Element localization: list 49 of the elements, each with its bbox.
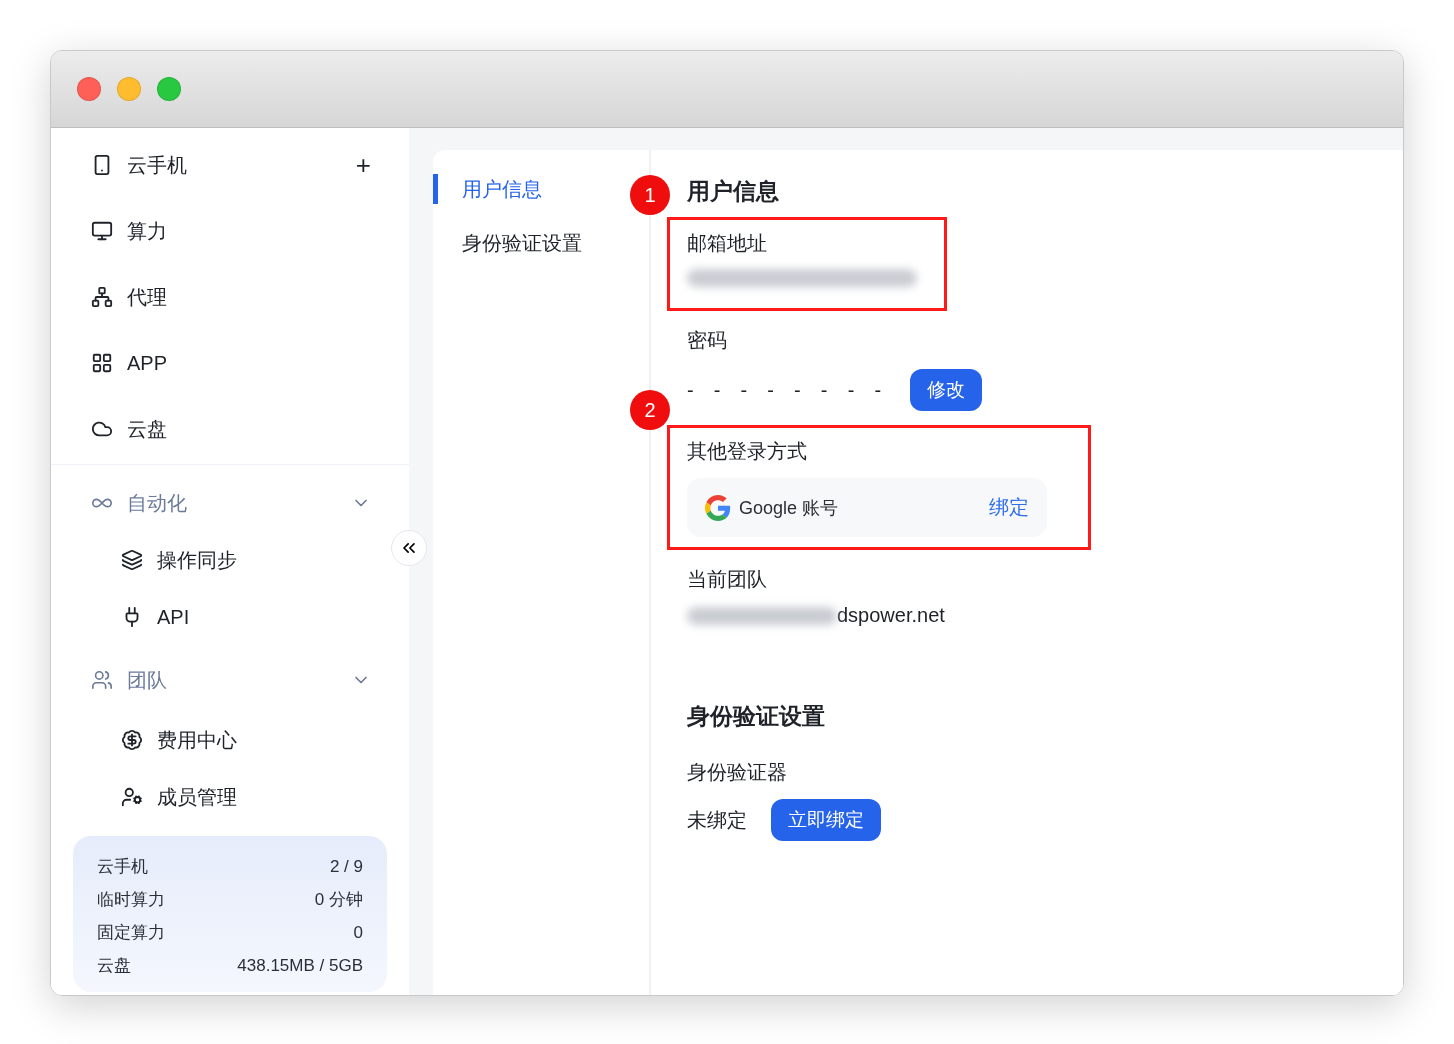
sidebar-item[interactable]: 云盘 [51, 396, 385, 462]
sidebar-item[interactable]: API [51, 587, 385, 647]
usage-value: 0 [353, 922, 363, 944]
step-marker: 1 [630, 175, 670, 215]
usage-value: 0 分钟 [314, 889, 363, 911]
bind-now-button[interactable]: 立即绑定 [771, 799, 881, 841]
sidebar-item-icon [121, 786, 143, 808]
sidebar-group[interactable]: 团队 [51, 647, 385, 713]
sidebar-item-icon [91, 352, 113, 374]
usage-value: 2 / 9 [329, 856, 363, 878]
provider-name: Google 账号 [739, 496, 839, 520]
sidebar-item[interactable]: 代理 [51, 264, 385, 330]
sidebar-item[interactable]: APP [51, 330, 385, 396]
sidebar-item[interactable]: 操作同步 [51, 533, 385, 587]
sidebar-item-icon [91, 220, 113, 242]
field-label: 密码 [687, 328, 727, 353]
sidebar-item-icon [121, 549, 143, 571]
sidebar-item[interactable]: 费用中心 [51, 713, 385, 767]
field-label: 当前团队 [687, 567, 767, 592]
maximize-button[interactable] [157, 77, 181, 101]
sidebar-item-icon [91, 286, 113, 308]
usage-label: 临时算力 [97, 889, 165, 911]
sidebar-group-icon [91, 669, 113, 691]
usage-value: 438.15MB / 5GB [237, 955, 363, 977]
settings-tab[interactable]: 用户信息 [433, 174, 550, 204]
password-mask: - - - - - - - - [687, 378, 885, 402]
field-label: 邮箱地址 [687, 231, 768, 256]
minimize-button[interactable] [117, 77, 141, 101]
close-button[interactable] [77, 77, 101, 101]
bind-link[interactable]: 绑定 [989, 494, 1029, 521]
section-title: 用户信息 [687, 177, 779, 206]
settings-tab[interactable]: 身份验证设置 [433, 228, 590, 258]
sidebar-group[interactable]: 自动化 [51, 473, 385, 533]
sidebar-item[interactable]: 云手机 + [51, 132, 385, 198]
edit-button[interactable]: 修改 [910, 369, 983, 411]
add-button[interactable]: + [355, 149, 371, 181]
usage-label: 云盘 [97, 955, 131, 977]
sidebar-item[interactable]: 成员管理 [51, 767, 385, 827]
google-logo-icon [705, 494, 731, 521]
field-label: 其他登录方式 [687, 439, 808, 464]
section-title: 身份验证设置 [687, 702, 825, 731]
usage-label: 云手机 [97, 856, 148, 878]
step-marker: 2 [630, 390, 670, 430]
sidebar-item[interactable]: 算力 [51, 198, 385, 264]
usage-label: 固定算力 [97, 922, 165, 944]
field-label: 身份验证器 [687, 760, 787, 785]
team-email: dspower.net [837, 604, 945, 627]
status-text: 未绑定 [687, 807, 747, 833]
sidebar-item-icon [121, 729, 143, 751]
